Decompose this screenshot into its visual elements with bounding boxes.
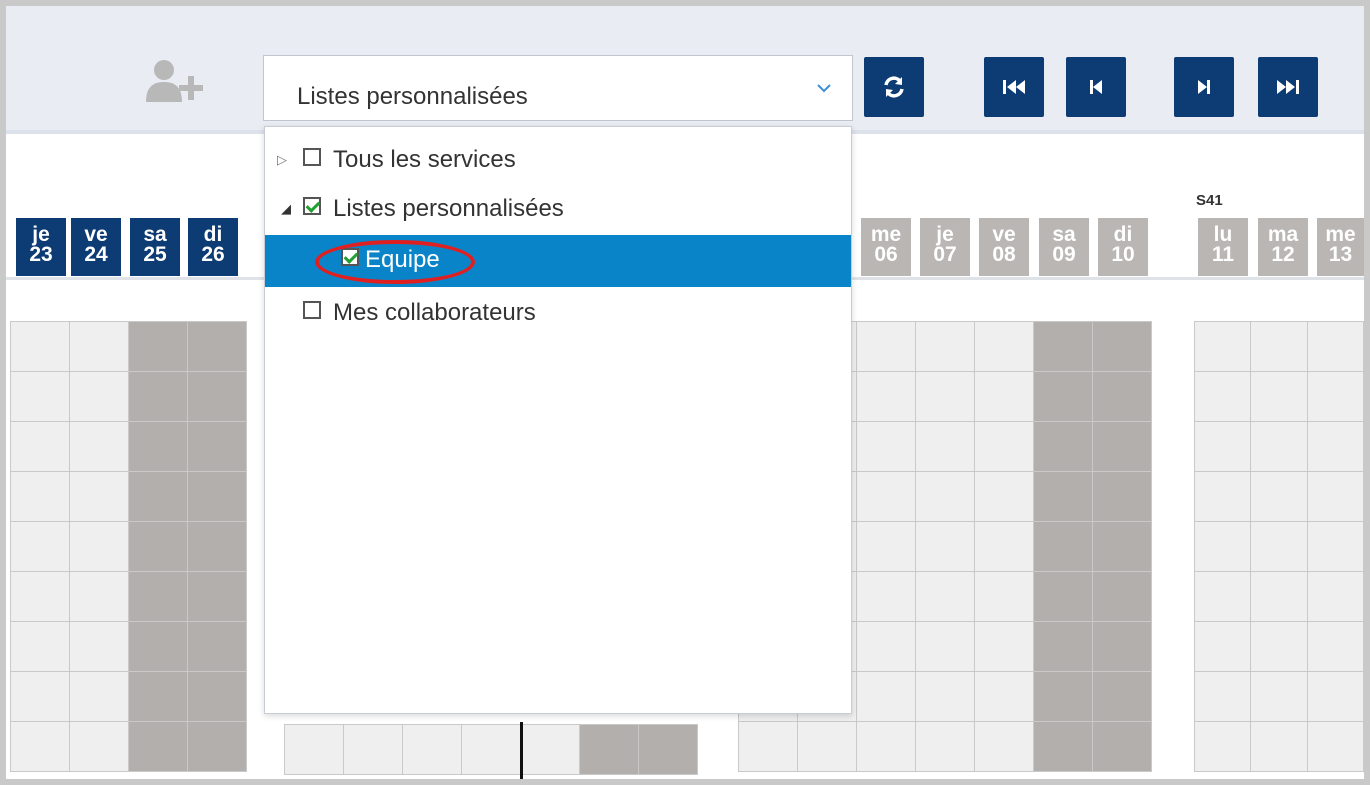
checkbox[interactable]: [303, 301, 321, 319]
day-header[interactable]: ve 24: [71, 218, 121, 276]
day-abbr: me: [870, 223, 902, 246]
table-row: [10, 371, 247, 422]
table-row: [10, 421, 247, 472]
table-row: [10, 621, 247, 672]
day-number: 13: [1328, 243, 1353, 266]
collapse-arrow-icon[interactable]: ◢: [281, 201, 291, 217]
tree-item-all-services[interactable]: ▷ Tous les services: [265, 135, 851, 187]
next-page-button[interactable]: [1174, 57, 1234, 117]
day-header[interactable]: lu 11: [1198, 218, 1248, 276]
day-number: 26: [201, 243, 225, 266]
highlight-annotation: [315, 240, 475, 284]
day-number: 10: [1111, 243, 1135, 266]
day-header[interactable]: sa 09: [1039, 218, 1089, 276]
day-abbr: di: [1113, 223, 1133, 246]
table-row: [10, 321, 247, 372]
day-header[interactable]: sa 25: [130, 218, 180, 276]
day-abbr: sa: [143, 223, 167, 246]
table-row: [1193, 521, 1364, 572]
day-header[interactable]: di 26: [188, 218, 238, 276]
table-row: [738, 721, 1152, 772]
day-abbr: di: [203, 223, 223, 246]
previous-page-button[interactable]: [1066, 57, 1126, 117]
tree-item-label: Listes personnalisées: [333, 195, 564, 222]
day-number: 06: [874, 243, 898, 266]
next-page-icon: [1198, 80, 1210, 94]
add-user-icon[interactable]: [142, 58, 206, 108]
table-row: [1193, 321, 1364, 372]
day-abbr: ve: [992, 223, 1016, 246]
refresh-button[interactable]: [864, 57, 924, 117]
day-header[interactable]: je 07: [920, 218, 970, 276]
day-number: 08: [992, 243, 1016, 266]
toolbar: Listes personnalisées: [6, 6, 1364, 134]
day-header[interactable]: ve 08: [979, 218, 1029, 276]
list-dropdown: ▷ Tous les services ◢ Listes personnalis…: [264, 126, 852, 714]
first-page-button[interactable]: [984, 57, 1044, 117]
tree-item-custom-lists[interactable]: ◢ Listes personnalisées: [265, 184, 851, 236]
table-row: [1193, 721, 1364, 772]
tree-item-label: Tous les services: [333, 146, 516, 173]
schedule-grid-hidden: [284, 724, 698, 775]
day-number: 07: [933, 243, 957, 266]
first-page-icon: [1003, 80, 1025, 94]
day-abbr: je: [32, 223, 50, 246]
table-row: [10, 521, 247, 572]
day-number: 11: [1211, 243, 1235, 266]
day-abbr: ma: [1267, 223, 1299, 246]
day-abbr: lu: [1213, 223, 1233, 246]
table-row: [10, 571, 247, 622]
schedule-grid-left: [10, 321, 247, 772]
week-label: S41: [1196, 192, 1223, 209]
planning-window: Listes personnalisées S41 je 23 ve 24 sa…: [6, 6, 1364, 779]
table-row: [10, 721, 247, 772]
checkbox[interactable]: [303, 148, 321, 166]
refresh-icon: [884, 76, 904, 98]
table-row: [1193, 421, 1364, 472]
day-number: 25: [143, 243, 167, 266]
table-row: [1193, 621, 1364, 672]
tree-item-my-collaborators[interactable]: Mes collaborateurs: [265, 288, 851, 340]
last-page-button[interactable]: [1258, 57, 1318, 117]
schedule-grid-right: [1193, 321, 1364, 772]
day-number: 24: [84, 243, 108, 266]
list-select-value: Listes personnalisées: [297, 83, 528, 110]
day-number: 09: [1052, 243, 1076, 266]
list-select[interactable]: Listes personnalisées: [263, 55, 853, 121]
table-row: [10, 471, 247, 522]
tree-item-equipe[interactable]: Equipe: [265, 235, 851, 287]
day-header[interactable]: me 06: [861, 218, 911, 276]
table-row: [1193, 571, 1364, 622]
expand-arrow-icon[interactable]: ▷: [277, 152, 287, 168]
day-number: 12: [1271, 243, 1295, 266]
tree-item-label: Mes collaborateurs: [333, 299, 536, 326]
table-row: [1193, 371, 1364, 422]
day-abbr: me: [1325, 223, 1356, 246]
chevron-down-icon: [817, 84, 831, 93]
table-row: [284, 724, 698, 775]
table-row: [1193, 671, 1364, 722]
table-row: [1193, 471, 1364, 522]
day-header[interactable]: di 10: [1098, 218, 1148, 276]
checkbox-checked[interactable]: [303, 197, 321, 215]
day-abbr: sa: [1052, 223, 1076, 246]
day-header[interactable]: ma 12: [1258, 218, 1308, 276]
day-header[interactable]: me 13: [1317, 218, 1364, 276]
table-row: [10, 671, 247, 722]
previous-page-icon: [1090, 80, 1102, 94]
day-number: 23: [29, 243, 53, 266]
day-abbr: ve: [84, 223, 108, 246]
day-header[interactable]: je 23: [16, 218, 66, 276]
today-marker: [520, 722, 523, 779]
last-page-icon: [1277, 80, 1299, 94]
day-abbr: je: [936, 223, 954, 246]
